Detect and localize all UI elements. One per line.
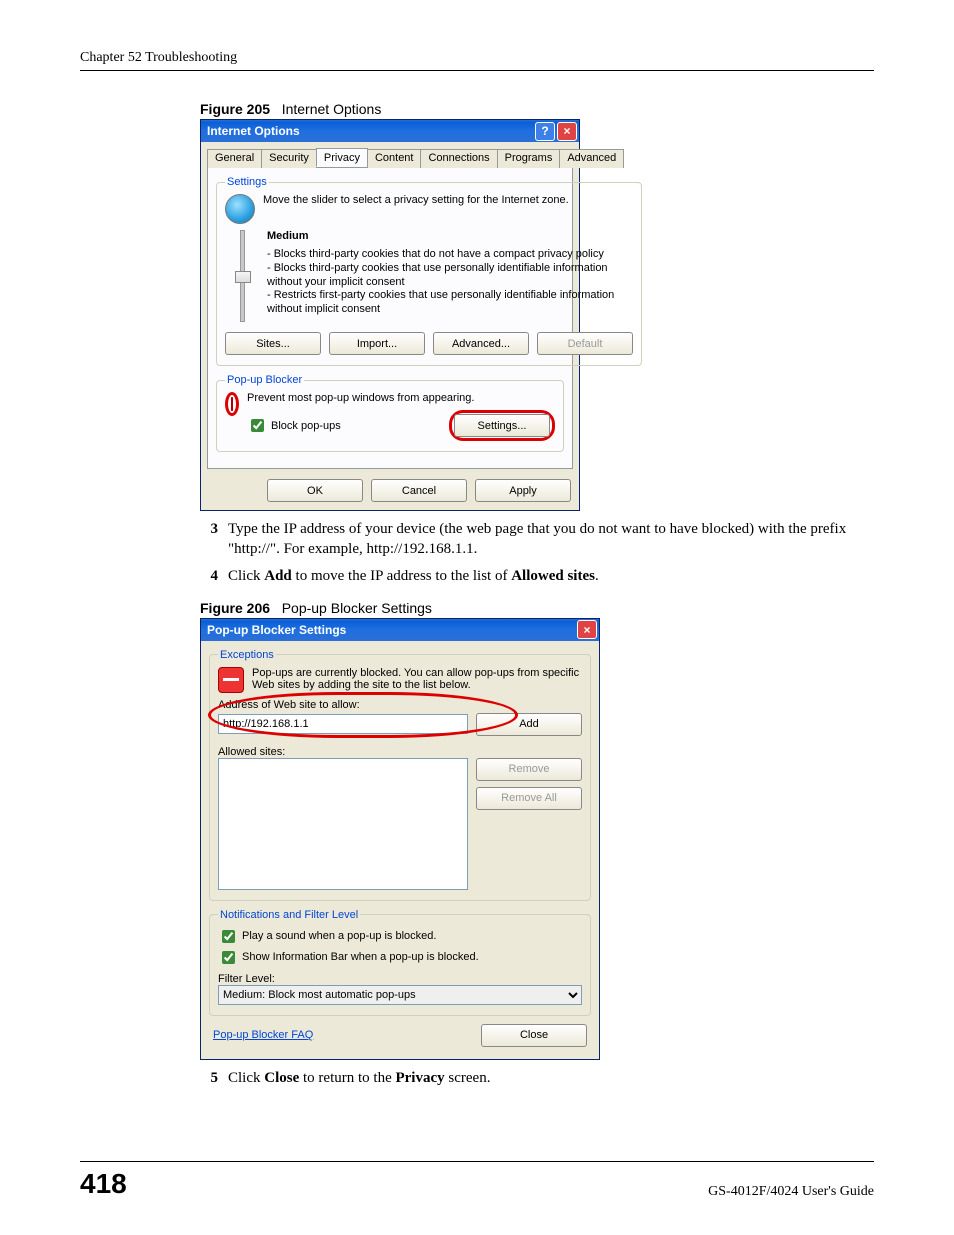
settings-intro: Move the slider to select a privacy sett… [263, 194, 633, 206]
show-info-bar-label: Show Information Bar when a pop-up is bl… [242, 951, 479, 963]
privacy-level: Medium [267, 230, 633, 242]
close-button[interactable]: Close [481, 1024, 587, 1047]
cancel-button[interactable]: Cancel [371, 479, 467, 502]
popup-intro: Prevent most pop-up windows from appeari… [247, 392, 555, 404]
popup-blocker-group: Pop-up Blocker Prevent most pop-up windo… [216, 374, 564, 452]
step-5-number: 5 [200, 1068, 218, 1088]
exceptions-legend: Exceptions [218, 649, 276, 661]
popup-blocker-legend: Pop-up Blocker [225, 374, 304, 386]
advanced-button[interactable]: Advanced... [433, 332, 529, 355]
tab-content[interactable]: Content [367, 149, 422, 168]
popup-faq-link[interactable]: Pop-up Blocker FAQ [213, 1029, 313, 1041]
tab-general[interactable]: General [207, 149, 262, 168]
step-4-part-e: . [595, 568, 599, 584]
notifications-legend: Notifications and Filter Level [218, 909, 360, 921]
help-icon[interactable]: ? [535, 122, 555, 141]
popup-settings-dialog: Pop-up Blocker Settings × Exceptions Pop… [200, 618, 600, 1060]
import-button[interactable]: Import... [329, 332, 425, 355]
step-5-text: Click Close to return to the Privacy scr… [228, 1068, 490, 1088]
step-4-part-a: Click [228, 568, 264, 584]
tab-security[interactable]: Security [261, 149, 317, 168]
popup-settings-titlebar[interactable]: Pop-up Blocker Settings × [201, 619, 599, 641]
filter-level-select[interactable]: Medium: Block most automatic pop-ups [218, 985, 582, 1005]
privacy-description: - Blocks third-party cookies that do not… [267, 248, 633, 317]
tab-advanced[interactable]: Advanced [559, 149, 624, 168]
annotation-circle-icon [225, 392, 239, 416]
settings-group: Settings Move the slider to select a pri… [216, 176, 642, 366]
address-label: Address of Web site to allow: [218, 699, 582, 711]
guide-name: GS-4012F/4024 User's Guide [708, 1184, 874, 1200]
step-3-text: Type the IP address of your device (the … [228, 519, 874, 560]
tab-connections[interactable]: Connections [420, 149, 497, 168]
popup-dialog-title: Pop-up Blocker Settings [207, 623, 346, 637]
step-5-part-e: screen. [445, 1070, 491, 1086]
exceptions-intro: Pop-ups are currently blocked. You can a… [252, 667, 582, 691]
step-4-part-d: Allowed sites [511, 568, 595, 584]
remove-all-button[interactable]: Remove All [476, 787, 582, 810]
close-icon[interactable]: × [577, 620, 597, 639]
internet-options-titlebar[interactable]: Internet Options ? × [201, 120, 579, 142]
default-button[interactable]: Default [537, 332, 633, 355]
settings-legend: Settings [225, 176, 269, 188]
show-info-bar-checkbox[interactable]: Show Information Bar when a pop-up is bl… [218, 948, 582, 967]
filter-level-label: Filter Level: [218, 973, 582, 985]
play-sound-label: Play a sound when a pop-up is blocked. [242, 930, 436, 942]
tab-programs[interactable]: Programs [497, 149, 561, 168]
tabs-row: General Security Privacy Content Connect… [207, 148, 573, 167]
apply-button[interactable]: Apply [475, 479, 571, 502]
step-4-part-b: Add [264, 568, 292, 584]
step-5-part-b: Close [264, 1070, 299, 1086]
figure-205-caption: Figure 205 Internet Options [200, 101, 874, 117]
page-header: Chapter 52 Troubleshooting [80, 50, 874, 71]
step-3-number: 3 [200, 519, 218, 560]
dialog-title: Internet Options [207, 124, 300, 138]
allowed-sites-label: Allowed sites: [218, 746, 582, 758]
figure-206-label: Figure 206 [200, 600, 270, 616]
remove-button[interactable]: Remove [476, 758, 582, 781]
figure-205-label: Figure 205 [200, 101, 270, 117]
step-5-part-a: Click [228, 1070, 264, 1086]
stop-icon [218, 667, 244, 693]
add-button[interactable]: Add [476, 713, 582, 736]
block-popups-label: Block pop-ups [271, 420, 341, 432]
step-5-part-d: Privacy [395, 1070, 444, 1086]
annotation-circle-settings: Settings... [449, 410, 555, 441]
ok-button[interactable]: OK [267, 479, 363, 502]
sites-button[interactable]: Sites... [225, 332, 321, 355]
step-4-text: Click Add to move the IP address to the … [228, 566, 599, 586]
internet-options-dialog: Internet Options ? × General Security Pr… [200, 119, 580, 511]
figure-206-title: Pop-up Blocker Settings [282, 600, 432, 616]
stop-icon [231, 397, 233, 411]
exceptions-group: Exceptions Pop-ups are currently blocked… [209, 649, 591, 901]
step-5-part-c: to return to the [299, 1070, 395, 1086]
step-4-part-c: to move the IP address to the list of [292, 568, 511, 584]
play-sound-checkbox[interactable]: Play a sound when a pop-up is blocked. [218, 927, 582, 946]
world-icon [225, 194, 255, 224]
allowed-sites-list[interactable] [218, 758, 468, 890]
page-number: 418 [80, 1168, 127, 1200]
tab-privacy[interactable]: Privacy [316, 148, 368, 167]
figure-206-caption: Figure 206 Pop-up Blocker Settings [200, 600, 874, 616]
block-popups-checkbox[interactable]: Block pop-ups [247, 416, 341, 435]
figure-205-title: Internet Options [282, 101, 382, 117]
close-icon[interactable]: × [557, 122, 577, 141]
notifications-group: Notifications and Filter Level Play a so… [209, 909, 591, 1016]
step-4-number: 4 [200, 566, 218, 586]
privacy-slider[interactable] [233, 230, 251, 322]
popup-settings-button[interactable]: Settings... [454, 414, 550, 437]
address-input[interactable] [218, 714, 468, 734]
